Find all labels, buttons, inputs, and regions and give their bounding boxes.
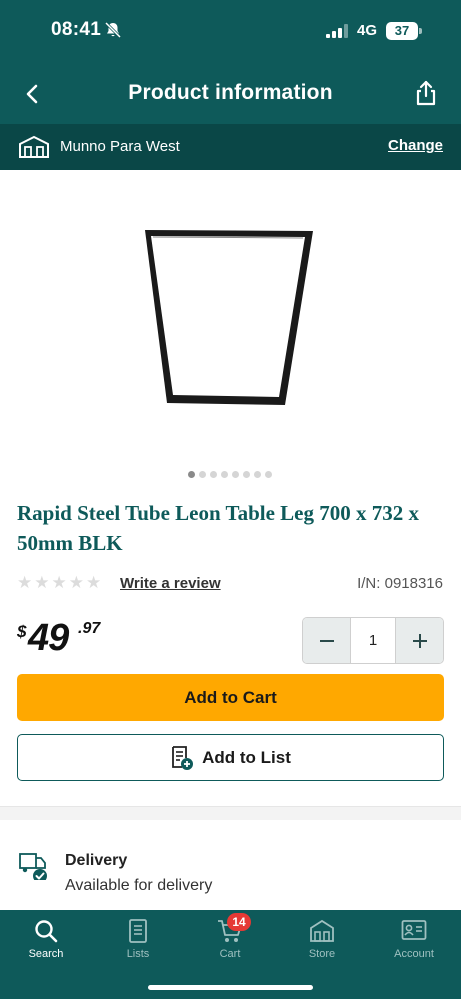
nav-label-cart: Cart bbox=[219, 948, 241, 960]
add-to-list-icon bbox=[172, 745, 194, 770]
carousel-dot[interactable] bbox=[254, 471, 261, 478]
plus-icon bbox=[412, 633, 427, 648]
share-icon bbox=[416, 80, 436, 106]
carousel-dot[interactable] bbox=[210, 471, 217, 478]
carousel-dot[interactable] bbox=[265, 471, 272, 478]
battery-nub bbox=[419, 28, 422, 34]
add-to-list-button[interactable]: Add to List bbox=[17, 734, 444, 781]
search-icon bbox=[35, 920, 58, 943]
nav-search[interactable]: Search bbox=[0, 918, 92, 972]
section-divider bbox=[0, 806, 461, 820]
price-dollars: 49 bbox=[28, 617, 69, 659]
decrease-quantity-button[interactable] bbox=[303, 618, 350, 663]
list-icon bbox=[129, 919, 147, 943]
add-to-list-label: Add to List bbox=[202, 747, 291, 767]
price-cents: .97 bbox=[78, 620, 101, 637]
delivery-title: Delivery bbox=[65, 852, 128, 869]
cart-count-badge: 14 bbox=[227, 913, 251, 931]
star-icon: ★ bbox=[86, 573, 102, 592]
change-store-link[interactable]: Change bbox=[388, 137, 443, 154]
account-icon bbox=[401, 920, 427, 940]
nav-label-account: Account bbox=[394, 948, 434, 960]
delivery-card[interactable]: Delivery Available for delivery bbox=[0, 820, 461, 910]
rating-stars[interactable]: ★ ★ ★ ★ ★ bbox=[17, 574, 101, 592]
product-page: 08:41 4G 37 Product information Munno Pa… bbox=[0, 0, 461, 999]
share-button[interactable] bbox=[411, 78, 441, 108]
product-image[interactable] bbox=[140, 225, 320, 410]
price-currency: $ bbox=[17, 622, 27, 641]
add-to-cart-button[interactable]: Add to Cart bbox=[17, 674, 444, 721]
app-header: Product information bbox=[0, 62, 461, 124]
battery-icon: 37 bbox=[386, 22, 418, 40]
page-title: Product information bbox=[128, 81, 333, 104]
store-name: Munno Para West bbox=[60, 138, 180, 155]
status-bar: 08:41 4G 37 bbox=[0, 0, 461, 62]
star-icon: ★ bbox=[17, 573, 33, 592]
quantity-stepper: 1 bbox=[302, 617, 444, 664]
store-icon bbox=[310, 919, 334, 942]
carousel-dot[interactable] bbox=[199, 471, 206, 478]
bell-muted-icon bbox=[104, 21, 122, 39]
carousel-dot[interactable] bbox=[232, 471, 239, 478]
nav-label-search: Search bbox=[28, 948, 64, 960]
minus-icon bbox=[319, 639, 334, 642]
image-carousel-dots[interactable] bbox=[188, 471, 272, 479]
product-title: Rapid Steel Tube Leon Table Leg 700 x 73… bbox=[17, 501, 420, 555]
item-number: I/N: 0918316 bbox=[357, 575, 443, 592]
star-icon: ★ bbox=[34, 573, 50, 592]
signal-icon bbox=[326, 24, 348, 38]
carousel-dot[interactable] bbox=[243, 471, 250, 478]
delivery-truck-icon bbox=[19, 853, 47, 880]
nav-lists[interactable]: Lists bbox=[92, 918, 184, 972]
star-icon: ★ bbox=[51, 573, 67, 592]
store-selector-bar: Munno Para West Change bbox=[0, 124, 461, 170]
nav-store[interactable]: Store bbox=[276, 918, 368, 972]
nav-account[interactable]: Account bbox=[368, 918, 460, 972]
increase-quantity-button[interactable] bbox=[396, 618, 443, 663]
nav-label-store: Store bbox=[308, 948, 336, 960]
home-indicator[interactable] bbox=[148, 985, 313, 990]
delivery-status: Available for delivery bbox=[65, 877, 213, 894]
status-time: 08:41 bbox=[51, 19, 102, 40]
carousel-dot[interactable] bbox=[221, 471, 228, 478]
store-building-icon bbox=[19, 135, 49, 158]
write-review-link[interactable]: Write a review bbox=[120, 575, 221, 592]
network-label: 4G bbox=[357, 22, 378, 39]
star-icon: ★ bbox=[68, 573, 84, 592]
carousel-dot[interactable] bbox=[188, 471, 195, 478]
quantity-field[interactable]: 1 bbox=[350, 618, 396, 663]
nav-label-lists: Lists bbox=[126, 948, 150, 960]
